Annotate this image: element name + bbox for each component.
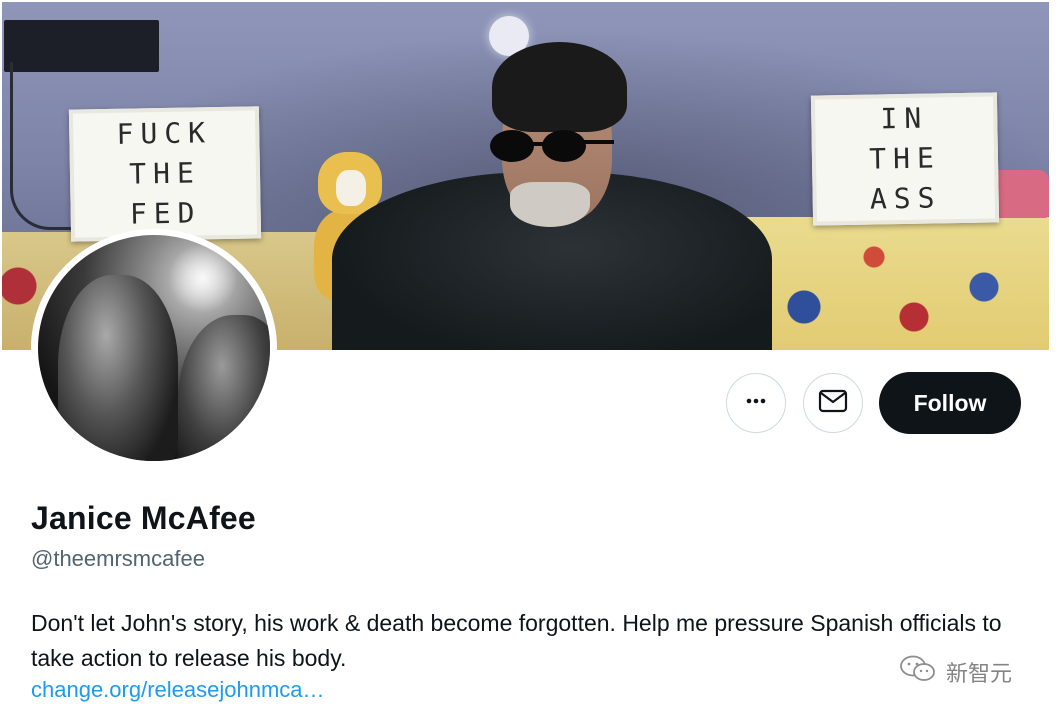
more-options-button[interactable] xyxy=(726,373,786,433)
sunglasses xyxy=(490,130,614,164)
banner-person xyxy=(332,42,772,350)
person-hair xyxy=(492,42,627,132)
message-button[interactable] xyxy=(803,373,863,433)
bio-link[interactable]: change.org/releasejohnmca… xyxy=(31,677,325,703)
sign-left-line-1: FUCK xyxy=(116,116,213,151)
avatar[interactable] xyxy=(31,229,277,467)
sign-right-line-3: ASS xyxy=(869,181,942,216)
couch xyxy=(724,217,1049,350)
person-beard xyxy=(510,182,590,227)
sunglasses-lens-right xyxy=(542,130,586,162)
sunglasses-lens-left xyxy=(490,130,534,162)
bio-text: Don't let John's story, his work & death… xyxy=(31,610,1002,671)
sign-left-line-2: THE xyxy=(128,156,202,191)
sign-left-line-3: FED xyxy=(129,196,202,231)
lightbox-sign-left: FUCK THE FED xyxy=(68,106,262,242)
sign-right-line-2: THE xyxy=(868,141,942,176)
watermark-text: 新智元 xyxy=(946,662,1013,687)
mail-envelope-icon xyxy=(818,388,848,419)
user-handle: @theemrsmcafee xyxy=(31,546,205,571)
sunglasses-temple xyxy=(584,140,614,144)
wall-cable xyxy=(10,62,73,230)
watermark: 新智元 xyxy=(898,652,1012,692)
lightbox-sign-right: IN THE ASS xyxy=(810,92,1000,226)
avatar-figure-left xyxy=(58,275,178,461)
wechat-icon xyxy=(898,654,938,690)
more-horizontal-icon xyxy=(744,389,768,418)
avatar-photo xyxy=(38,235,270,461)
sign-right-line-1: IN xyxy=(880,101,929,136)
display-name: Janice McAfee xyxy=(31,500,256,536)
follow-button[interactable]: Follow xyxy=(879,372,1021,434)
avatar-figure-right xyxy=(178,315,270,461)
avatar-light xyxy=(168,243,238,313)
